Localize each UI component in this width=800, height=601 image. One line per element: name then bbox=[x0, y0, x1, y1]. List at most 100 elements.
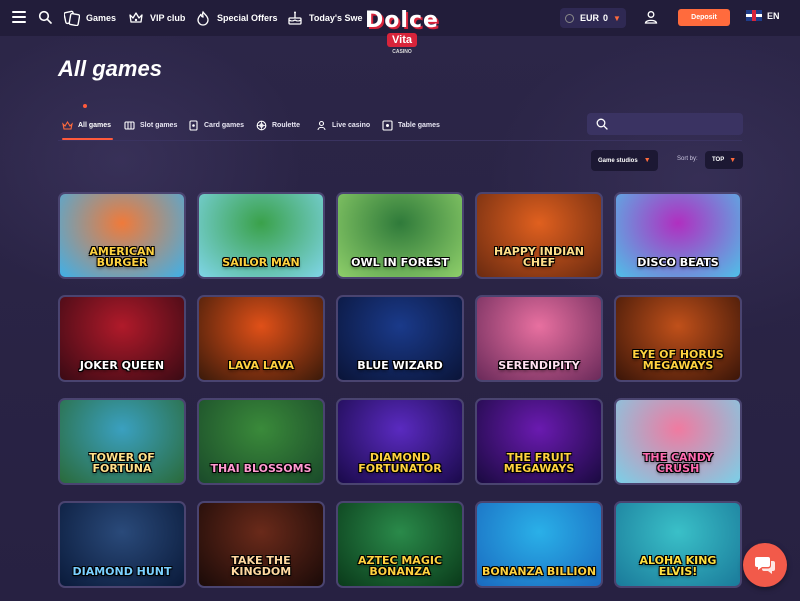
game-card-title: Eye of Horus Megaways bbox=[632, 347, 724, 373]
user-account-icon[interactable] bbox=[644, 10, 658, 24]
deposit-button[interactable]: Deposit bbox=[678, 9, 730, 26]
game-card-title: American Burger bbox=[89, 244, 155, 270]
menu-icon[interactable] bbox=[12, 11, 26, 23]
tab-roulette[interactable]: Roulette bbox=[256, 112, 300, 138]
tab-card-games[interactable]: Card games bbox=[188, 112, 244, 138]
search-icon[interactable] bbox=[38, 10, 52, 24]
cake-icon bbox=[287, 10, 303, 26]
game-card-title: Diamond Hunt bbox=[72, 565, 172, 579]
game-card[interactable]: Bonanza Billion bbox=[475, 501, 603, 588]
game-card-title: Aztec Magic Bonanza bbox=[357, 553, 443, 579]
game-card-title: Joker Queen bbox=[79, 359, 165, 373]
game-card-title: Lava Lava bbox=[228, 359, 294, 373]
game-card[interactable]: Joker Queen bbox=[58, 295, 186, 382]
search-icon bbox=[596, 118, 608, 130]
tab-all-games[interactable]: All games bbox=[62, 112, 114, 140]
vip-icon bbox=[128, 10, 144, 26]
sort-by-label: Sort by: bbox=[677, 156, 698, 162]
roulette-icon bbox=[256, 120, 267, 131]
card-icon bbox=[188, 119, 199, 131]
game-card[interactable]: American Burger bbox=[58, 192, 186, 279]
chevron-down-icon: ▼ bbox=[613, 13, 621, 23]
game-card-title: The Candy Crush bbox=[642, 450, 714, 476]
balance-currency: EUR bbox=[580, 13, 600, 23]
live-chat-button[interactable] bbox=[743, 543, 787, 587]
game-card-title: Sailor Man bbox=[222, 256, 300, 270]
game-card[interactable]: The Candy Crush bbox=[614, 398, 742, 485]
game-card-title: Owl in Forest bbox=[351, 256, 449, 270]
game-card-title: Serendipity bbox=[498, 359, 580, 373]
nav-special-offers[interactable]: Special Offers bbox=[195, 8, 278, 28]
game-studios-dropdown[interactable]: Game studios ▼ bbox=[591, 150, 658, 171]
logo-vita-text: Vita bbox=[387, 33, 417, 47]
tab-table-games-label: Table games bbox=[398, 121, 440, 129]
game-card-title: Bonanza Billion bbox=[481, 565, 597, 579]
logo-word-vita: Vita bbox=[358, 33, 446, 47]
casino-logo[interactable]: Dolce Vita CASINO bbox=[358, 2, 446, 58]
game-card[interactable]: Owl in Forest bbox=[336, 192, 464, 279]
game-card-title: Tower of Fortuna bbox=[89, 450, 155, 476]
game-card[interactable]: Sailor Man bbox=[197, 192, 325, 279]
tab-slot-games[interactable]: Slot games bbox=[124, 112, 177, 138]
all-games-icon bbox=[62, 120, 73, 131]
game-card-title: Aloha King Elvis! bbox=[639, 553, 717, 579]
page-title: All games bbox=[58, 56, 162, 81]
chat-bubble-icon bbox=[755, 557, 775, 574]
nav-games[interactable]: Games bbox=[64, 8, 116, 28]
language-label: EN bbox=[767, 10, 780, 21]
tab-card-games-label: Card games bbox=[204, 121, 245, 129]
sort-value: TOP bbox=[712, 157, 725, 163]
game-search-input[interactable] bbox=[587, 113, 743, 135]
game-card-title: Diamond Fortunator bbox=[358, 450, 442, 476]
game-card[interactable]: Aloha King Elvis! bbox=[614, 501, 742, 588]
game-card[interactable]: Happy Indian Chef bbox=[475, 192, 603, 279]
logo-word-dolce: Dolce bbox=[365, 8, 439, 33]
nav-offers-label: Special Offers bbox=[217, 13, 278, 23]
games-icon bbox=[64, 10, 80, 26]
game-card[interactable]: Blue Wizard bbox=[336, 295, 464, 382]
chevron-down-icon: ▼ bbox=[643, 157, 651, 164]
game-card[interactable]: Take the Kingdom bbox=[197, 501, 325, 588]
tab-table-games[interactable]: Table games bbox=[382, 112, 440, 138]
tabs-divider bbox=[58, 140, 742, 141]
game-card-title: Happy Indian Chef bbox=[494, 244, 584, 270]
offers-icon bbox=[195, 10, 211, 26]
slot-icon bbox=[124, 120, 135, 131]
game-card[interactable]: Serendipity bbox=[475, 295, 603, 382]
sort-dropdown[interactable]: TOP ▼ bbox=[705, 151, 743, 169]
game-card-title: Disco Beats bbox=[637, 256, 719, 270]
game-card[interactable]: Lava Lava bbox=[197, 295, 325, 382]
game-card-title: Blue Wizard bbox=[357, 359, 443, 373]
live-icon bbox=[316, 120, 327, 131]
uk-flag-icon bbox=[746, 10, 762, 21]
nav-todays-sweets[interactable]: Today's Swe bbox=[287, 8, 363, 28]
game-card[interactable]: Aztec Magic Bonanza bbox=[336, 501, 464, 588]
coin-icon bbox=[565, 13, 574, 23]
game-card[interactable]: Diamond Fortunator bbox=[336, 398, 464, 485]
balance-amount: 0 bbox=[603, 13, 609, 23]
logo-word-casino: CASINO bbox=[392, 49, 412, 55]
nav-sweets-label: Today's Swe bbox=[309, 13, 363, 23]
game-card[interactable]: Diamond Hunt bbox=[58, 501, 186, 588]
language-selector[interactable]: EN bbox=[746, 10, 780, 21]
game-card[interactable]: The Fruit Megaways bbox=[475, 398, 603, 485]
game-card-title: Thai Blossoms bbox=[210, 462, 312, 476]
chevron-down-icon: ▼ bbox=[729, 156, 737, 164]
balance-selector[interactable]: EUR 0 ▼ bbox=[560, 8, 626, 28]
table-icon bbox=[382, 119, 393, 131]
active-indicator-dot bbox=[83, 104, 87, 108]
nav-games-label: Games bbox=[86, 13, 117, 23]
game-card[interactable]: Thai Blossoms bbox=[197, 398, 325, 485]
tab-slot-games-label: Slot games bbox=[140, 121, 178, 129]
nav-vip-club[interactable]: VIP club bbox=[128, 8, 185, 28]
game-card[interactable]: Tower of Fortuna bbox=[58, 398, 186, 485]
game-card-title: Take the Kingdom bbox=[230, 553, 292, 579]
tab-live-casino-label: Live casino bbox=[332, 121, 371, 129]
tab-roulette-label: Roulette bbox=[272, 121, 300, 129]
game-card-title: The Fruit Megaways bbox=[503, 450, 575, 476]
tab-live-casino[interactable]: Live casino bbox=[316, 112, 370, 138]
nav-vip-label: VIP club bbox=[150, 13, 186, 23]
tab-all-games-label: All games bbox=[78, 121, 112, 129]
game-card[interactable]: Eye of Horus Megaways bbox=[614, 295, 742, 382]
game-card[interactable]: Disco Beats bbox=[614, 192, 742, 279]
